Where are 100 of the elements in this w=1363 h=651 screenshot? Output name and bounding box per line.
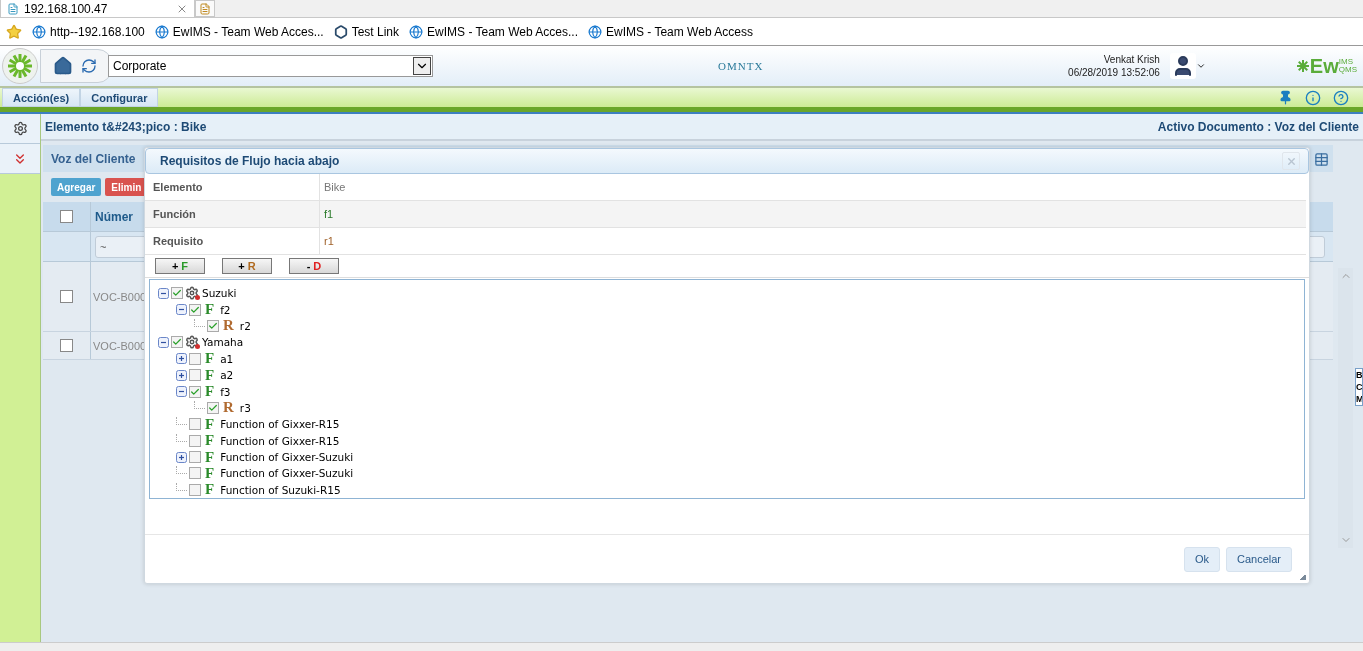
field-label: Función (145, 201, 320, 227)
field-label: Elemento (145, 174, 320, 200)
menu-tab[interactable]: Acción(es) (2, 88, 81, 107)
field-label: Requisito (145, 228, 320, 254)
user-avatar-icon[interactable] (1169, 53, 1196, 79)
tree-checkbox[interactable] (189, 434, 201, 447)
table-cell-text: VOC-B000 (92, 338, 147, 354)
tree-checkbox[interactable] (189, 303, 201, 316)
info-icon[interactable] (1305, 89, 1321, 106)
tree-node-label[interactable]: Function of Gixxer-Suzuki (220, 467, 354, 480)
tree-checkbox[interactable] (207, 319, 219, 332)
favorite-link[interactable]: EwIMS - Team Web Access (588, 24, 753, 39)
tree-checkbox[interactable] (189, 352, 201, 365)
function-glyph: F (205, 366, 215, 384)
expand-toggle[interactable] (176, 451, 187, 463)
requirement-tool-button[interactable]: + R (222, 258, 272, 274)
function-tool-button[interactable]: + F (155, 258, 205, 274)
favorites-star-icon[interactable] (6, 23, 22, 40)
requirement-glyph: R (223, 399, 234, 417)
date-time: 06/28/2019 13:52:06 (1068, 66, 1160, 79)
app-logo-icon[interactable] (2, 48, 38, 84)
tree-checkbox[interactable] (207, 401, 219, 414)
globe-icon (32, 24, 46, 39)
row-checkbox[interactable] (60, 290, 73, 303)
function-glyph: F (205, 481, 215, 498)
tree-checkbox[interactable] (171, 336, 183, 349)
row-checkbox[interactable] (60, 339, 73, 352)
collapse-toggle[interactable] (158, 336, 169, 348)
tree-checkbox[interactable] (189, 385, 201, 398)
gear-icon (185, 286, 199, 301)
function-glyph: F (205, 432, 215, 450)
collapse-toggle[interactable] (176, 304, 187, 316)
gear-icon (185, 335, 199, 350)
select-all-checkbox[interactable] (60, 210, 73, 223)
tree-node-label[interactable]: Function of Gixxer-R15 (220, 418, 340, 431)
resize-handle[interactable] (1300, 574, 1306, 580)
breadcrumb-title: Elemento t&#243;pico : Bike (45, 119, 207, 134)
tree-node-label[interactable]: f2 (220, 303, 231, 316)
panel-title: Voz del Cliente (51, 151, 136, 166)
menu-tab[interactable]: Configurar (80, 88, 159, 107)
tree-checkbox[interactable] (171, 287, 183, 300)
tree-node-label[interactable]: Suzuki (202, 287, 237, 300)
tree-node-label[interactable]: Yamaha (202, 336, 244, 349)
favorite-link[interactable]: Test Link (333, 24, 400, 39)
tab-title: 192.168.100.47 (24, 1, 109, 16)
favorite-link[interactable]: http--192.168.100 (32, 24, 145, 39)
column-header[interactable]: Númer (91, 202, 133, 231)
globe-icon (409, 24, 424, 39)
table-cell-text: VOC-B000 (92, 289, 147, 305)
tree-connector (194, 318, 205, 327)
tree-node-label[interactable]: r3 (239, 401, 251, 414)
tree-node-label[interactable]: Function of Gixxer-Suzuki (220, 451, 354, 464)
tree-checkbox[interactable] (189, 418, 201, 431)
tree-connector (194, 400, 205, 409)
active-document: Activo Documento : Voz del Cliente (1157, 119, 1359, 134)
cancel-button[interactable]: Cancelar (1225, 546, 1292, 572)
collapse-toggle[interactable] (176, 386, 187, 398)
field-value: r1 (323, 234, 334, 249)
tree-checkbox[interactable] (189, 467, 201, 480)
ok-button[interactable]: Ok (1183, 546, 1220, 572)
tree-node-label[interactable]: r2 (239, 319, 251, 332)
tree-node-label[interactable]: a1 (220, 352, 234, 365)
favorite-link[interactable]: EwIMS - Team Web Acces... (409, 24, 578, 39)
settings-icon[interactable] (12, 121, 28, 136)
function-glyph: F (205, 383, 215, 401)
tree-connector (176, 433, 187, 442)
expand-toggle[interactable] (176, 353, 187, 365)
function-glyph: F (205, 415, 215, 433)
company-select[interactable]: Corporate (108, 55, 433, 77)
tree-connector (176, 482, 187, 491)
tree-node-label[interactable]: f3 (220, 385, 231, 398)
refresh-icon[interactable] (81, 58, 97, 74)
field-value: Bike (323, 180, 346, 195)
user-name: Venkat Krish (1103, 53, 1160, 66)
page-icon (7, 2, 19, 15)
new-tab-button[interactable] (195, 0, 215, 17)
tree-node-label[interactable]: Function of Gixxer-R15 (220, 434, 340, 447)
tree-checkbox[interactable] (189, 483, 201, 496)
globe-icon (154, 24, 169, 39)
pin-icon[interactable] (1278, 90, 1293, 105)
field-value: f1 (323, 207, 334, 222)
tree-node-label[interactable]: Function of Suzuki-R15 (220, 483, 341, 496)
requirement-glyph: R (223, 317, 234, 335)
expand-toggle[interactable] (176, 369, 187, 381)
tree-node-label[interactable]: a2 (220, 369, 234, 382)
dialog-title: Requisitos de Flujo hacia abajo (160, 154, 340, 168)
globe-icon (588, 24, 602, 39)
help-icon[interactable] (1333, 89, 1349, 106)
caret-icon[interactable] (1195, 61, 1206, 71)
home-icon[interactable] (53, 56, 73, 76)
function-glyph: F (205, 448, 215, 466)
browser-tab[interactable]: 192.168.100.47 (0, 0, 195, 17)
favorite-link[interactable]: EwIMS - Team Web Acces... (154, 24, 324, 39)
tree-checkbox[interactable] (189, 369, 201, 382)
function-glyph: F (205, 350, 215, 368)
function-glyph: F (205, 465, 215, 482)
tree-connector (176, 417, 187, 426)
delete-tool-button[interactable]: - D (289, 258, 339, 274)
tree-checkbox[interactable] (189, 451, 201, 464)
collapse-toggle[interactable] (158, 287, 169, 299)
